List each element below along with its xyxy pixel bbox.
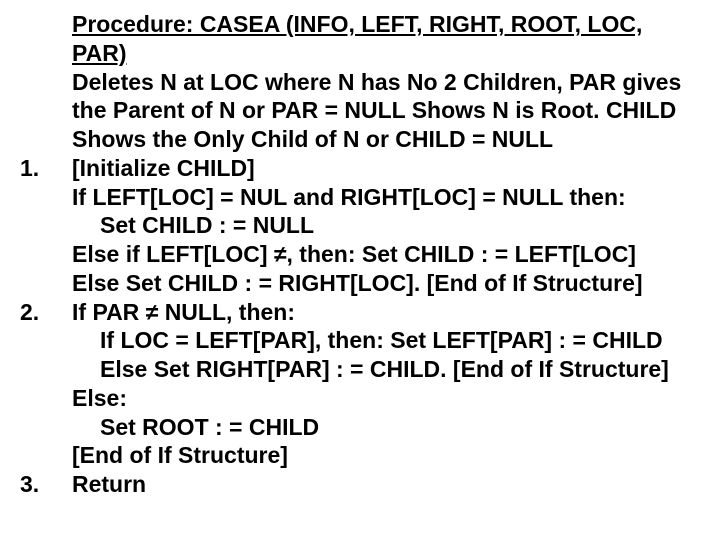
step-1-line-3: Set CHILD : = NULL	[72, 211, 700, 240]
step-3: 3. Return	[20, 470, 700, 499]
step-2-body: If PAR ≠ NULL, then: If LOC = LEFT[PAR],…	[72, 298, 700, 471]
header-body: Procedure: CASEA (INFO, LEFT, RIGHT, ROO…	[72, 10, 700, 154]
step-3-number: 3.	[20, 470, 72, 499]
algorithm-page: Procedure: CASEA (INFO, LEFT, RIGHT, ROO…	[0, 0, 720, 509]
step-2-line-4: Else:	[72, 384, 700, 413]
step-1-line-4: Else if LEFT[LOC] ≠, then: Set CHILD : =…	[72, 240, 700, 269]
step-1-line-2: If LEFT[LOC] = NUL and RIGHT[LOC] = NULL…	[72, 183, 700, 212]
num-empty	[20, 10, 72, 154]
header-block: Procedure: CASEA (INFO, LEFT, RIGHT, ROO…	[20, 10, 700, 154]
step-1-line-5: Else Set CHILD : = RIGHT[LOC]. [End of I…	[72, 269, 700, 298]
procedure-description: Deletes N at LOC where N has No 2 Childr…	[72, 68, 700, 154]
step-1-line-1: [Initialize CHILD]	[72, 154, 700, 183]
step-1: 1. [Initialize CHILD] If LEFT[LOC] = NUL…	[20, 154, 700, 298]
step-1-number: 1.	[20, 154, 72, 298]
step-3-body: Return	[72, 470, 700, 499]
step-2-line-1: If PAR ≠ NULL, then:	[72, 298, 700, 327]
procedure-title: Procedure: CASEA (INFO, LEFT, RIGHT, ROO…	[72, 10, 700, 68]
step-1-body: [Initialize CHILD] If LEFT[LOC] = NUL an…	[72, 154, 700, 298]
step-2-line-3: Else Set RIGHT[PAR] : = CHILD. [End of I…	[72, 355, 700, 384]
step-3-line-1: Return	[72, 470, 700, 499]
step-2-line-6: [End of If Structure]	[72, 441, 700, 470]
step-2: 2. If PAR ≠ NULL, then: If LOC = LEFT[PA…	[20, 298, 700, 471]
step-2-line-5: Set ROOT : = CHILD	[72, 413, 700, 442]
step-2-number: 2.	[20, 298, 72, 471]
step-2-line-2: If LOC = LEFT[PAR], then: Set LEFT[PAR] …	[72, 326, 700, 355]
